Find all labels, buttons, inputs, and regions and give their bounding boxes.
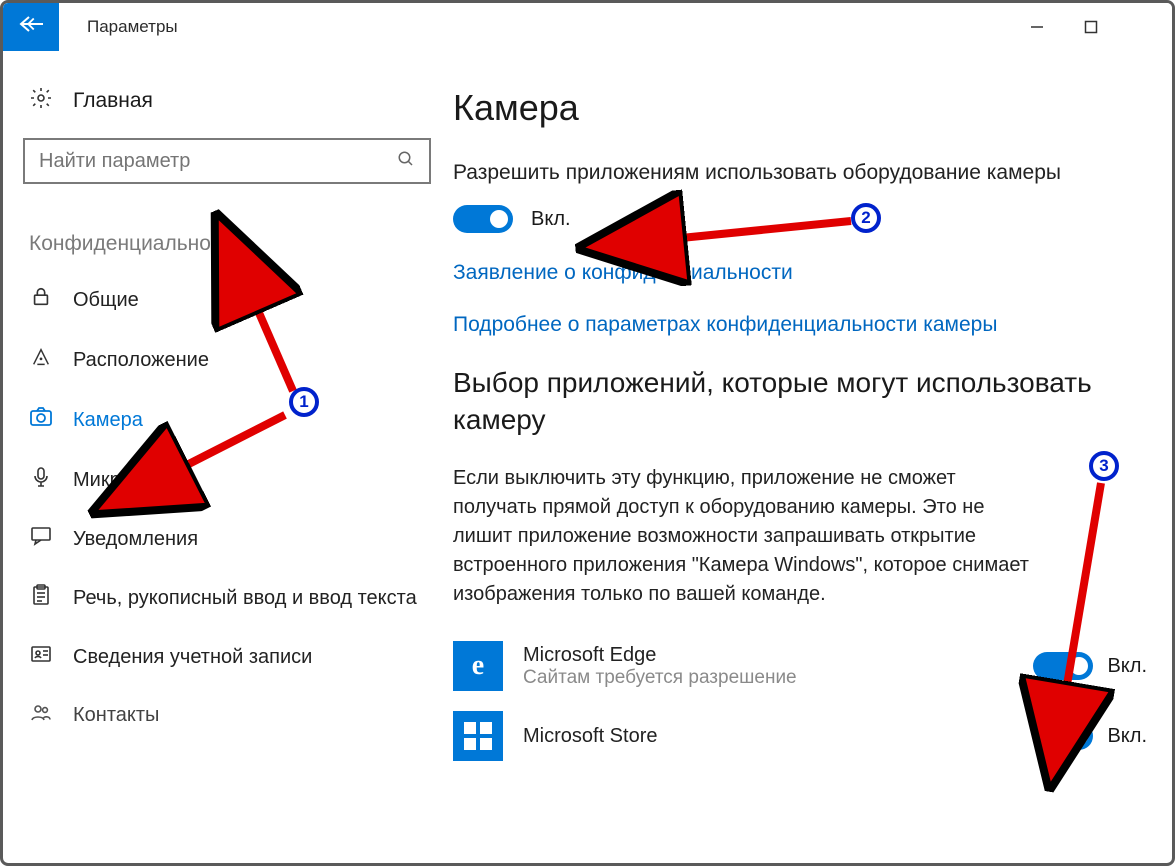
sidebar-item-location[interactable]: Расположение <box>23 330 453 390</box>
camera-access-toggle[interactable] <box>453 205 513 233</box>
minimize-button[interactable] <box>1010 3 1064 51</box>
sidebar-item-label: Расположение <box>73 349 209 372</box>
toggle-label: Вкл. <box>1107 655 1147 678</box>
camera-icon <box>29 406 53 434</box>
sidebar-item-label: Камера <box>73 409 143 432</box>
sidebar-item-camera[interactable]: Камера <box>23 390 453 450</box>
sidebar-item-speech[interactable]: Речь, рукописный ввод и ввод текста <box>23 568 453 628</box>
sidebar: Главная Конфиденциальность Общие Распо <box>3 51 453 863</box>
page-title: Камера <box>453 87 1152 129</box>
section-body: Если выключить эту функцию, приложение н… <box>453 464 1043 609</box>
sidebar-item-label: Микрофон <box>73 469 170 492</box>
store-icon <box>453 711 503 761</box>
store-toggle[interactable] <box>1033 722 1093 750</box>
search-icon <box>397 150 415 173</box>
settings-window: Параметры Главная <box>0 0 1175 866</box>
sidebar-item-general[interactable]: Общие <box>23 270 453 330</box>
app-subtext: Сайтам требуется разрешение <box>523 667 1013 689</box>
sidebar-item-microphone[interactable]: Микрофон <box>23 450 453 510</box>
sidebar-item-notifications[interactable]: Уведомления <box>23 510 453 568</box>
toggle-label: Вкл. <box>1107 725 1147 748</box>
titlebar: Параметры <box>3 3 1172 51</box>
home-nav[interactable]: Главная <box>23 76 453 138</box>
chat-icon <box>29 526 53 552</box>
location-icon <box>29 346 53 374</box>
app-name: Microsoft Edge <box>523 644 1013 667</box>
sidebar-item-label: Общие <box>73 289 139 312</box>
app-title: Параметры <box>59 17 178 37</box>
app-row-edge: e Microsoft Edge Сайтам требуется разреш… <box>453 641 1152 691</box>
sidebar-item-account[interactable]: Сведения учетной записи <box>23 628 453 686</box>
window-controls <box>1010 3 1172 51</box>
annotation-badge-2: 2 <box>851 203 881 233</box>
toggle-label: Вкл. <box>531 208 571 231</box>
main-panel: Камера Разрешить приложениям использоват… <box>453 51 1172 863</box>
annotation-badge-1: 1 <box>289 387 319 417</box>
lock-icon <box>29 286 53 314</box>
maximize-button[interactable] <box>1064 3 1118 51</box>
allow-heading: Разрешить приложениям использовать обору… <box>453 159 1152 187</box>
annotation-badge-3: 3 <box>1089 451 1119 481</box>
main-toggle-row: Вкл. <box>453 205 1152 233</box>
edge-toggle[interactable] <box>1033 652 1093 680</box>
app-name: Microsoft Store <box>523 725 1013 748</box>
back-button[interactable] <box>3 3 59 51</box>
sidebar-item-contacts[interactable]: Контакты <box>23 686 453 744</box>
card-icon <box>29 644 53 670</box>
sidebar-item-label: Уведомления <box>73 528 198 551</box>
people-icon <box>29 702 53 728</box>
edge-icon: e <box>453 641 503 691</box>
sidebar-item-label: Контакты <box>73 704 159 727</box>
home-label: Главная <box>73 89 153 113</box>
clipboard-icon <box>29 584 53 612</box>
app-row-store: Microsoft Store Вкл. <box>453 711 1152 761</box>
microphone-icon <box>29 466 53 494</box>
search-box[interactable] <box>23 138 431 184</box>
learn-more-link[interactable]: Подробнее о параметрах конфиденциальност… <box>453 313 1152 337</box>
content-area: Главная Конфиденциальность Общие Распо <box>3 51 1172 863</box>
search-input[interactable] <box>39 150 397 173</box>
sidebar-item-label: Речь, рукописный ввод и ввод текста <box>73 587 417 610</box>
section-title: Выбор приложений, которые могут использо… <box>453 365 1152 438</box>
sidebar-section-header: Конфиденциальность <box>23 232 453 270</box>
privacy-statement-link[interactable]: Заявление о конфиденциальности <box>453 261 1152 285</box>
gear-icon <box>29 86 53 116</box>
sidebar-item-label: Сведения учетной записи <box>73 646 312 669</box>
